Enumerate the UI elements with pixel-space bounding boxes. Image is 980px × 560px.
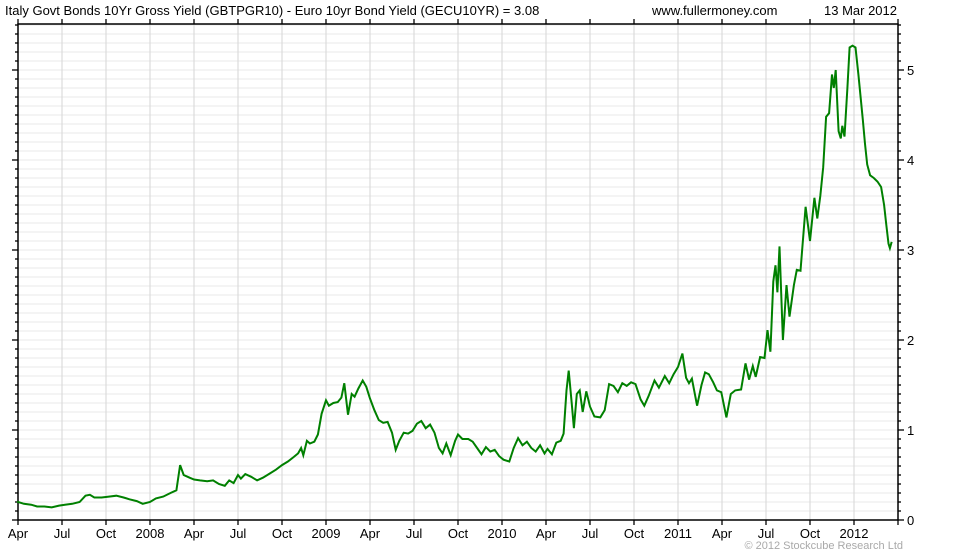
x-axis-label: Jul xyxy=(582,526,599,541)
x-axis-label: 2012 xyxy=(840,526,869,541)
x-axis-label: Oct xyxy=(624,526,645,541)
y-axis-label: 4 xyxy=(907,153,914,168)
x-axis-label: Oct xyxy=(272,526,293,541)
x-axis-label: Oct xyxy=(800,526,821,541)
x-axis-label: Apr xyxy=(712,526,733,541)
x-axis-label: Jul xyxy=(230,526,247,541)
y-axis-label: 2 xyxy=(907,333,914,348)
copyright-notice: © 2012 Stockcube Research Ltd xyxy=(744,540,903,552)
x-axis-label: Jul xyxy=(54,526,71,541)
x-axis-label: Jul xyxy=(406,526,423,541)
x-axis-label: Apr xyxy=(8,526,29,541)
x-axis-label: Oct xyxy=(448,526,469,541)
x-axis-label: Apr xyxy=(360,526,381,541)
y-axis-label: 5 xyxy=(907,63,914,78)
chart-plot-area: 0 1 2 3 4 5 Apr Jul Oct 2008 Apr Jul Oct 2009 Apr Jul Oc… xyxy=(0,0,980,560)
x-axis-label: 2011 xyxy=(664,526,692,541)
x-axis-label: 2008 xyxy=(136,526,165,541)
x-axis-label: Jul xyxy=(758,526,775,541)
x-axis-label: 2009 xyxy=(312,526,341,541)
x-axis-label: Apr xyxy=(536,526,557,541)
y-axis-label: 3 xyxy=(907,243,914,258)
y-axis-label: 1 xyxy=(907,423,914,438)
x-axis-label: Apr xyxy=(184,526,205,541)
y-axis-label: 0 xyxy=(907,513,914,528)
x-axis-label: 2010 xyxy=(488,526,517,541)
x-axis-label: Oct xyxy=(96,526,117,541)
